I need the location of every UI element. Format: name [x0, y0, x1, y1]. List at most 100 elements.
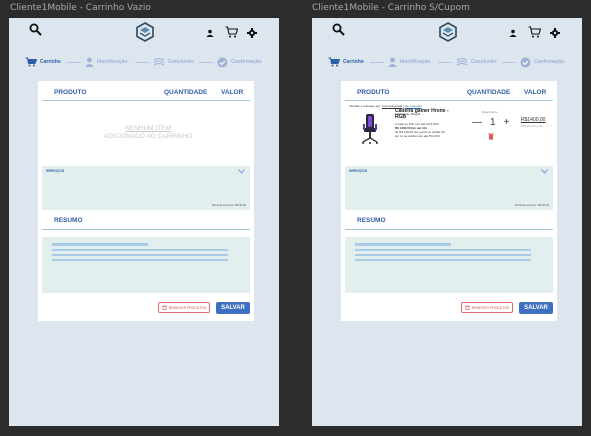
search-icon[interactable] [332, 23, 345, 36]
summary-placeholder-bar [355, 243, 451, 246]
column-header-product: PRODUTO [357, 89, 390, 96]
empty-cart-message: NENHUM ITEM ADICIONADO AO CARRINHO [78, 125, 218, 141]
step-connector [199, 62, 213, 63]
header-divider [345, 100, 553, 101]
step-connector [135, 62, 149, 63]
services-subtotal: Subtotal serviços: R$ 00,00 [514, 203, 549, 207]
frame-title: Cliente1Mobile - Carrinho S/Cupom [312, 3, 470, 13]
save-button[interactable]: SALVAR [216, 302, 250, 314]
wallet-icon [153, 57, 165, 66]
quantity-label: Quantidade [482, 110, 498, 114]
checkout-stepper: Carrinho Identificação Conclusão Confirm… [312, 55, 582, 69]
step-label: Carrinho [40, 59, 61, 65]
chevron-down-icon[interactable] [238, 169, 245, 174]
check-badge-icon [217, 57, 228, 67]
step-label: Identificação [400, 59, 431, 65]
column-header-quantity: QUANTIDADE [164, 89, 208, 96]
summary-placeholder-bar [52, 243, 148, 246]
trash-icon[interactable] [488, 133, 494, 140]
phone-frame-cart-no-coupon: Carrinho Identificação Conclusão Confirm… [312, 18, 582, 426]
step-label: Conclusão [168, 59, 194, 65]
trash-icon [465, 305, 470, 310]
user-icon [388, 57, 397, 67]
summary-panel [345, 237, 553, 293]
seller-text: Vendido e entregue por: [349, 104, 382, 108]
brand-logo-icon[interactable] [438, 22, 458, 42]
quantity-value[interactable]: 1 [490, 117, 496, 128]
wallet-icon [456, 57, 468, 66]
user-icon [85, 57, 94, 67]
gear-icon[interactable] [550, 28, 560, 38]
summary-title: RESUMO [54, 217, 83, 224]
phone-frame-empty-cart: Carrinho Identificação Conclusão Confirm… [9, 18, 279, 426]
cart-icon [25, 57, 37, 67]
product-name[interactable]: Cadeira gamer Hrone - RGB [395, 108, 457, 120]
remove-products-label: REMOVER PRODUTOS [168, 305, 207, 310]
cart-icon[interactable] [225, 26, 238, 38]
step-cart[interactable]: Carrinho [25, 55, 61, 69]
user-icon[interactable] [206, 29, 214, 37]
top-bar [9, 18, 279, 48]
summary-panel [42, 237, 250, 293]
header-divider [42, 100, 250, 101]
summary-placeholder-bar [355, 254, 531, 256]
summary-placeholder-bar [52, 249, 228, 251]
services-subtotal: Subtotal serviços: R$ 00,00 [211, 203, 246, 207]
user-icon[interactable] [509, 29, 517, 37]
step-cart[interactable]: Carrinho [328, 55, 364, 69]
step-connector [370, 62, 384, 63]
decrease-quantity-button[interactable]: — [472, 117, 482, 128]
cart-icon[interactable] [528, 26, 541, 38]
top-bar [312, 18, 582, 48]
summary-divider [345, 229, 553, 230]
remove-products-button[interactable]: REMOVER PRODUTOS [158, 302, 210, 313]
brand-logo-icon[interactable] [135, 22, 155, 42]
summary-placeholder-bar [52, 254, 228, 256]
step-label: Identificação [97, 59, 128, 65]
summary-placeholder-bar [355, 259, 531, 261]
summary-title: RESUMO [357, 217, 386, 224]
cart-card: PRODUTO QUANTIDADE VALOR NENHUM ITEM ADI… [38, 81, 254, 321]
product-price: R$1400,00 [521, 117, 546, 123]
step-confirmation[interactable]: Confirmação [520, 55, 565, 69]
gear-icon[interactable] [247, 28, 257, 38]
cart-icon [328, 57, 340, 67]
check-badge-icon [520, 57, 531, 67]
column-header-product: PRODUTO [54, 89, 87, 96]
product-desc-line: em 1x no cartão com até 5% OFF [395, 134, 441, 138]
quantity-stepper: — 1 + [472, 117, 509, 128]
services-panel[interactable]: SERVIÇOS Subtotal serviços: R$ 00,00 [345, 166, 553, 210]
empty-cart-line1: NENHUM ITEM [125, 125, 171, 132]
step-conclusion[interactable]: Conclusão [153, 55, 194, 69]
step-conclusion[interactable]: Conclusão [456, 55, 497, 69]
step-label: Confirmação [231, 59, 262, 65]
frame-title: Cliente1Mobile - Carrinho Vazio [10, 3, 151, 13]
summary-placeholder-bar [52, 259, 228, 261]
cart-card: PRODUTO QUANTIDADE VALOR Vendido e entre… [341, 81, 557, 321]
summary-placeholder-bar [355, 249, 531, 251]
product-payment-info: A vista no PIX com até 10% OFF R$ 1400,0… [395, 122, 457, 138]
chevron-down-icon[interactable] [541, 169, 548, 174]
step-connector [502, 62, 516, 63]
summary-divider [42, 229, 250, 230]
save-button[interactable]: SALVAR [519, 302, 553, 314]
remove-products-button[interactable]: REMOVER PRODUTOS [461, 302, 513, 313]
increase-quantity-button[interactable]: + [504, 117, 510, 128]
trash-icon [162, 305, 167, 310]
step-connector [67, 62, 81, 63]
step-identification[interactable]: Identificação [388, 55, 431, 69]
services-label: SERVIÇOS [349, 169, 368, 173]
step-connector [438, 62, 452, 63]
services-label: SERVIÇOS [46, 169, 65, 173]
empty-cart-line2: ADICIONADO AO CARRINHO [103, 133, 193, 140]
services-panel[interactable]: SERVIÇOS Subtotal serviços: R$ 00,00 [42, 166, 250, 210]
product-image-gaming-chair[interactable] [361, 113, 379, 145]
step-identification[interactable]: Identificação [85, 55, 128, 69]
column-header-quantity: QUANTIDADE [467, 89, 511, 96]
step-confirmation[interactable]: Confirmação [217, 55, 262, 69]
checkout-stepper: Carrinho Identificação Conclusão Confirm… [9, 55, 279, 69]
product-price-cash: R$1400,00 à vist [521, 124, 544, 128]
step-label: Carrinho [343, 59, 364, 65]
search-icon[interactable] [29, 23, 42, 36]
step-label: Confirmação [534, 59, 565, 65]
